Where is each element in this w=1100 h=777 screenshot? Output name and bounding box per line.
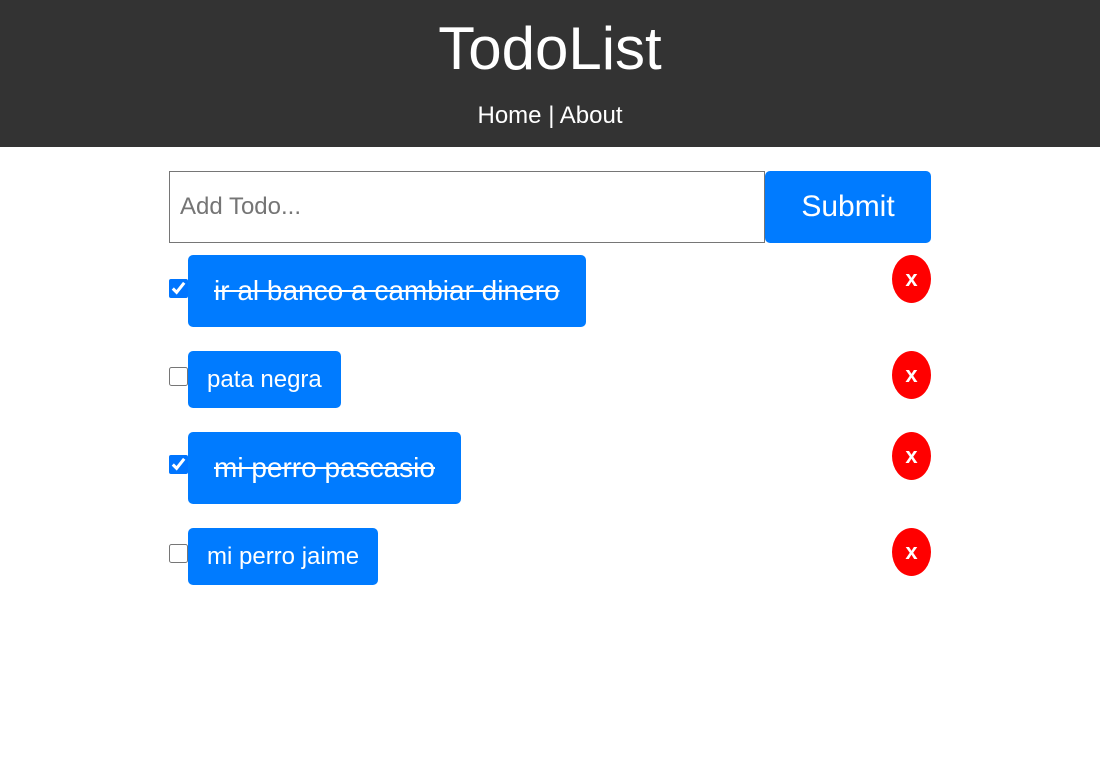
todo-item: mi perro pascasio x <box>169 432 931 504</box>
todo-item: ir al banco a cambiar dinero x <box>169 255 931 327</box>
todo-checkbox[interactable] <box>169 279 188 298</box>
app-header: TodoList Home | About <box>0 0 1100 147</box>
todo-list: ir al banco a cambiar dinero x pata negr… <box>169 255 931 585</box>
delete-todo-button[interactable]: x <box>892 351 931 399</box>
nav-link-home[interactable]: Home <box>478 102 542 129</box>
todo-checkbox[interactable] <box>169 455 188 474</box>
todo-item: pata negra x <box>169 351 931 408</box>
delete-todo-button[interactable]: x <box>892 528 931 576</box>
todo-text[interactable]: pata negra <box>188 351 341 408</box>
app-title: TodoList <box>438 15 662 82</box>
delete-todo-button[interactable]: x <box>892 255 931 303</box>
add-todo-input[interactable] <box>169 171 765 243</box>
todo-container: Submit ir al banco a cambiar dinero x pa… <box>169 171 931 585</box>
main-nav: Home | About <box>0 100 1100 132</box>
submit-button[interactable]: Submit <box>765 171 931 243</box>
nav-separator: | <box>541 102 560 129</box>
todo-text[interactable]: ir al banco a cambiar dinero <box>188 255 586 327</box>
delete-todo-button[interactable]: x <box>892 432 931 480</box>
todo-checkbox[interactable] <box>169 544 188 563</box>
todo-item: mi perro jaime x <box>169 528 931 585</box>
nav-link-about[interactable]: About <box>560 102 623 129</box>
todo-checkbox[interactable] <box>169 367 188 386</box>
todo-text[interactable]: mi perro pascasio <box>188 432 461 504</box>
todo-text[interactable]: mi perro jaime <box>188 528 379 585</box>
add-todo-form: Submit <box>169 171 931 243</box>
